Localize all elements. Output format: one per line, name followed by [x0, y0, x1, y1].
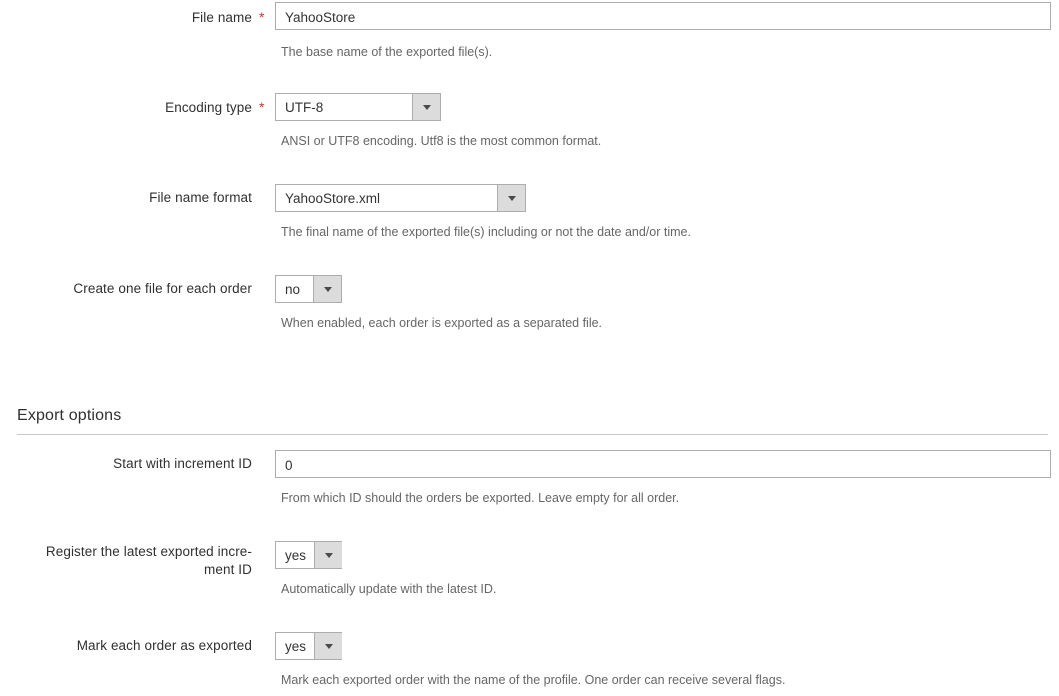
required-asterisk-icon: * — [259, 9, 265, 25]
required-asterisk-icon: * — [259, 99, 265, 115]
label-encoding-type: Encoding type — [165, 100, 252, 115]
note-file-name: The base name of the exported file(s). — [281, 45, 493, 59]
control-file-name — [275, 2, 1051, 30]
note-start-with-increment-id: From which ID should the orders be expor… — [281, 491, 680, 505]
note-register-latest-exported-increment-id: Automatically update with the latest ID. — [281, 582, 497, 596]
note-create-one-file-for-each-order: When enabled, each order is exported as … — [281, 316, 603, 330]
chevron-down-icon — [324, 552, 333, 558]
create-one-file-for-each-order-dropdown-button[interactable] — [313, 276, 341, 302]
note-encoding-type: ANSI or UTF8 encoding. Utf8 is the most … — [281, 134, 602, 148]
label-create-one-file-for-each-order: Create one file for each order — [73, 281, 252, 296]
control-mark-each-order-as-exported: yes — [275, 632, 343, 660]
note-file-name-format: The final name of the exported file(s) i… — [281, 225, 691, 239]
label-file-name: File name — [191, 10, 252, 25]
chevron-down-icon — [422, 104, 431, 110]
register-latest-exported-increment-id-dropdown-button[interactable] — [314, 542, 343, 568]
mark-each-order-as-exported-select[interactable]: yes — [275, 632, 343, 660]
file-name-input[interactable] — [275, 2, 1051, 30]
chevron-down-icon — [323, 286, 332, 292]
control-start-with-increment-id — [275, 450, 1051, 478]
start-with-increment-id-input[interactable] — [275, 450, 1051, 478]
control-create-one-file-for-each-order: no — [275, 275, 342, 303]
register-latest-exported-increment-id-select[interactable]: yes — [275, 541, 343, 569]
chevron-down-icon — [324, 643, 333, 649]
file-name-format-selected-value: YahooStore.xml — [276, 185, 497, 211]
create-one-file-for-each-order-selected-value: no — [276, 276, 313, 302]
label-register-latest-exported-increment-id: Register the latest exported incre- ment… — [0, 543, 252, 579]
encoding-type-dropdown-button[interactable] — [412, 94, 440, 120]
section-divider — [17, 434, 1048, 435]
note-mark-each-order-as-exported: Mark each exported order with the name o… — [281, 673, 786, 687]
control-file-name-format: YahooStore.xml — [275, 184, 526, 212]
mark-each-order-as-exported-selected-value: yes — [276, 633, 315, 659]
encoding-type-select[interactable]: UTF-8 — [275, 93, 441, 121]
register-latest-exported-increment-id-selected-value: yes — [276, 542, 315, 568]
section-heading-export-options: Export options — [17, 407, 122, 424]
mark-each-order-as-exported-dropdown-button[interactable] — [314, 633, 343, 659]
label-start-with-increment-id: Start with increment ID — [113, 456, 252, 471]
create-one-file-for-each-order-select[interactable]: no — [275, 275, 342, 303]
chevron-down-icon — [507, 195, 516, 201]
encoding-type-selected-value: UTF-8 — [276, 94, 412, 120]
file-name-format-dropdown-button[interactable] — [497, 185, 525, 211]
file-name-format-select[interactable]: YahooStore.xml — [275, 184, 526, 212]
control-register-latest-exported-increment-id: yes — [275, 541, 343, 569]
control-encoding-type: UTF-8 — [275, 93, 441, 121]
label-file-name-format: File name format — [149, 190, 252, 205]
label-mark-each-order-as-exported: Mark each order as exported — [76, 638, 252, 653]
label-line-1: Register the latest exported incre- — [45, 544, 252, 559]
label-line-2: ment ID — [204, 562, 252, 577]
